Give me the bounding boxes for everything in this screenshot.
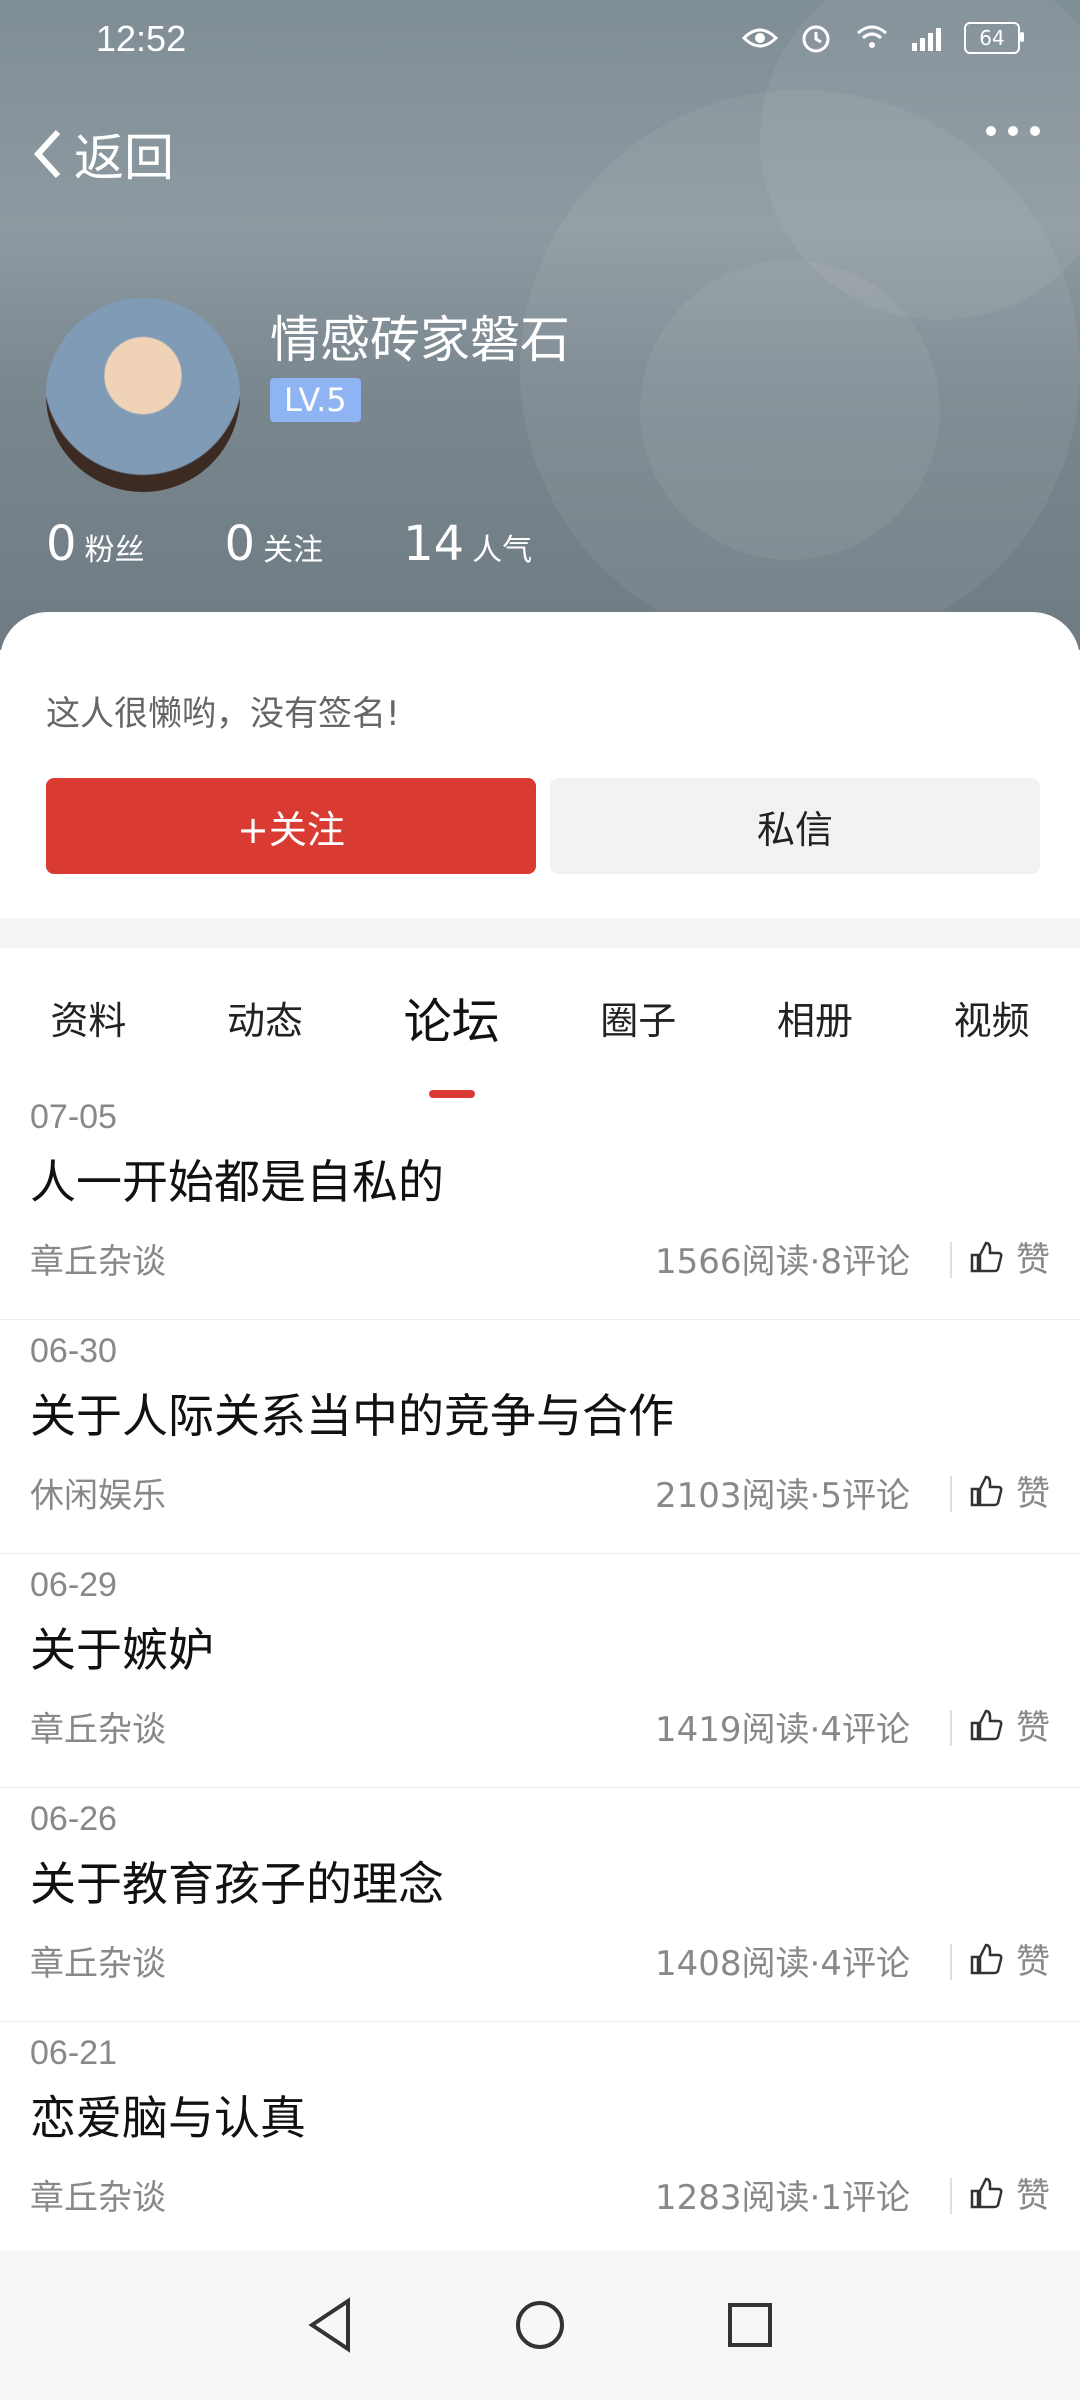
avatar[interactable]	[46, 298, 240, 492]
tab-forum-label: 论坛	[403, 994, 500, 1050]
post-stats: 1566阅读·8评论	[655, 1242, 910, 1282]
like-label: 赞	[1016, 1942, 1050, 1982]
post-title[interactable]: 关于教育孩子的理念	[30, 1848, 444, 1914]
eye-icon	[740, 18, 780, 58]
status-icons: 64	[740, 18, 1024, 58]
list-item[interactable]: 06-29 关于嫉妒 章丘杂谈 1419阅读·4评论 赞	[0, 1554, 1080, 1788]
post-date: 07-05	[30, 1098, 117, 1136]
signature-text: 这人很懒哟，没有签名!	[46, 694, 400, 734]
post-category[interactable]: 章丘杂谈	[30, 1936, 166, 1985]
section-divider	[0, 918, 1080, 948]
post-date: 06-21	[30, 2034, 117, 2072]
profile-tabs: 资料 动态 论坛 圈子 相册 视频	[0, 948, 1080, 1098]
more-dot-icon	[1008, 126, 1018, 136]
list-item[interactable]: 06-21 恋爱脑与认真 章丘杂谈 1283阅读·1评论 赞	[0, 2022, 1080, 2256]
thumbs-up-icon	[970, 2177, 1003, 2208]
status-bar: 12:52 64	[0, 0, 1080, 80]
nav-back-button[interactable]	[300, 2295, 360, 2355]
post-title[interactable]: 恋爱脑与认真	[30, 2082, 306, 2148]
tab-profile[interactable]: 资料	[40, 990, 136, 1045]
back-button[interactable]: 返回	[30, 118, 174, 190]
circle-home-icon	[516, 2301, 564, 2349]
wifi-icon	[852, 18, 892, 58]
message-button[interactable]: 私信	[550, 778, 1040, 874]
more-dot-icon	[1030, 126, 1040, 136]
thumbs-up-icon	[970, 1943, 1003, 1974]
post-category[interactable]: 章丘杂谈	[30, 2170, 166, 2219]
tab-album[interactable]: 相册	[767, 990, 863, 1045]
action-buttons: +关注 私信	[46, 778, 1040, 874]
like-button[interactable]: 赞	[950, 1466, 1050, 1515]
followers-label: 粉丝	[84, 533, 145, 568]
followers-count: 0	[46, 516, 77, 572]
nav-home-button[interactable]	[510, 2295, 570, 2355]
thumbs-up-icon	[970, 1241, 1003, 1272]
like-label: 赞	[1016, 1240, 1050, 1280]
post-category[interactable]: 章丘杂谈	[30, 1234, 166, 1283]
thumbs-up-icon	[970, 1475, 1003, 1506]
square-recents-icon	[728, 2303, 772, 2347]
status-time: 12:52	[96, 18, 187, 59]
thumbs-up-icon	[970, 1709, 1003, 1740]
post-category[interactable]: 章丘杂谈	[30, 1702, 166, 1751]
following-count: 0	[224, 516, 256, 572]
system-navigation-bar	[0, 2250, 1080, 2400]
popularity-count: 14	[403, 516, 465, 572]
post-stats: 1283阅读·1评论	[655, 2178, 910, 2218]
post-stats: 1408阅读·4评论	[655, 1944, 910, 1984]
battery-icon: 64	[964, 22, 1024, 54]
like-label: 赞	[1016, 2176, 1050, 2216]
profile-header: 12:52 64 返回 情感砖家磐石 LV.5 0 粉丝 0 关注 14 人气	[0, 0, 1080, 650]
followers-stat[interactable]: 0 粉丝	[46, 516, 145, 572]
tab-activity[interactable]: 动态	[217, 990, 313, 1045]
post-title[interactable]: 关于嫉妒	[30, 1614, 214, 1680]
popularity-label: 人气	[472, 533, 533, 568]
post-stats: 1419阅读·4评论	[655, 1710, 910, 1750]
profile-stats: 0 粉丝 0 关注 14 人气	[46, 516, 532, 572]
triangle-back-icon	[308, 2297, 350, 2353]
like-button[interactable]: 赞	[950, 2168, 1050, 2217]
signal-icon	[908, 18, 948, 58]
list-item[interactable]: 06-26 关于教育孩子的理念 章丘杂谈 1408阅读·4评论 赞	[0, 1788, 1080, 2022]
like-label: 赞	[1016, 1708, 1050, 1748]
nav-recents-button[interactable]	[720, 2295, 780, 2355]
like-button[interactable]: 赞	[950, 1934, 1050, 1983]
tab-forum[interactable]: 论坛	[394, 982, 510, 1098]
tab-circles[interactable]: 圈子	[590, 990, 686, 1045]
alarm-icon	[796, 18, 836, 58]
post-stats: 2103阅读·5评论	[655, 1476, 910, 1516]
more-options-button[interactable]	[986, 126, 1040, 136]
profile-card: 这人很懒哟，没有签名! +关注 私信	[0, 612, 1080, 918]
following-stat[interactable]: 0 关注	[225, 516, 324, 572]
list-item[interactable]: 07-05 人一开始都是自私的 章丘杂谈 1566阅读·8评论 赞	[0, 1086, 1080, 1320]
post-date: 06-30	[30, 1332, 117, 1370]
post-title[interactable]: 人一开始都是自私的	[30, 1146, 444, 1212]
like-label: 赞	[1016, 1474, 1050, 1514]
back-label: 返回	[74, 129, 174, 187]
post-date: 06-29	[30, 1566, 117, 1604]
like-button[interactable]: 赞	[950, 1232, 1050, 1281]
post-title[interactable]: 关于人际关系当中的竞争与合作	[30, 1380, 674, 1446]
list-item[interactable]: 06-30 关于人际关系当中的竞争与合作 休闲娱乐 2103阅读·5评论 赞	[0, 1320, 1080, 1554]
profile-name: 情感砖家磐石	[270, 311, 570, 369]
level-badge: LV.5	[270, 378, 361, 422]
post-date: 06-26	[30, 1800, 117, 1838]
following-label: 关注	[263, 533, 324, 568]
like-button[interactable]: 赞	[950, 1700, 1050, 1749]
follow-button[interactable]: +关注	[46, 778, 536, 874]
more-dot-icon	[986, 126, 996, 136]
page: 12:52 64 返回 情感砖家磐石 LV.5 0 粉丝 0 关注 14 人气 …	[0, 0, 1080, 2400]
popularity-stat: 14 人气	[403, 516, 532, 572]
post-category[interactable]: 休闲娱乐	[30, 1468, 166, 1517]
tab-video[interactable]: 视频	[944, 990, 1040, 1045]
post-list: 07-05 人一开始都是自私的 章丘杂谈 1566阅读·8评论 赞 06-30 …	[0, 1086, 1080, 2256]
chevron-left-icon	[33, 129, 61, 179]
